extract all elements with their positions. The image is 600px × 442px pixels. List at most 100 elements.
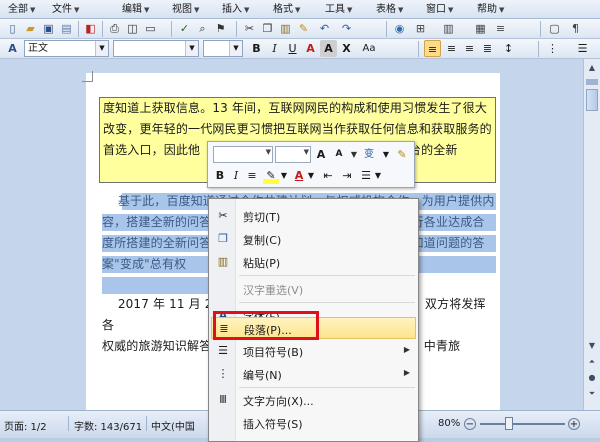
font-combo[interactable]: ▼ <box>113 40 199 57</box>
chevron-down-icon[interactable]: ▼ <box>185 41 198 56</box>
menu-table[interactable]: 表格 ▼ <box>374 2 405 17</box>
redo-icon[interactable]: ↷ <box>338 20 355 37</box>
zoom-level[interactable]: 80% <box>438 418 460 429</box>
scroll-up-icon[interactable]: ▲ <box>585 61 599 75</box>
change-case-button[interactable]: Aa <box>358 40 380 57</box>
line-spacing-icon[interactable]: ↕ <box>500 40 517 57</box>
align-left-icon[interactable]: ≡ <box>424 40 441 57</box>
char-scale-button[interactable]: X <box>338 40 355 57</box>
copy-icon[interactable]: ❐ <box>259 20 276 37</box>
phonetic-button[interactable]: 变 <box>360 146 378 163</box>
show-marks-icon[interactable]: ¶ <box>567 20 584 37</box>
paste-icon[interactable]: ▥ <box>277 20 294 37</box>
vertical-scrollbar[interactable]: ▲ ▼ ⏶ ● ⏷ <box>583 59 600 410</box>
browse-object-icon[interactable]: ● <box>585 371 599 385</box>
decrease-indent-icon[interactable]: ⇤ <box>320 167 336 184</box>
menu-item-numbering[interactable]: ⋮ 编号(N) ▶ <box>211 363 416 385</box>
spelling-icon[interactable]: ✓ <box>176 20 193 37</box>
grow-font-button[interactable]: A <box>314 146 328 163</box>
numbering-icon[interactable]: ⋮ <box>544 40 561 57</box>
next-page-icon[interactable]: ⏷ <box>585 387 599 401</box>
window-icon[interactable]: ▢ <box>546 20 563 37</box>
chevron-down-icon[interactable]: ▼ <box>95 41 108 56</box>
print-preview-icon[interactable]: ◫ <box>124 20 141 37</box>
style-combo[interactable]: 正文 ▼ <box>24 40 109 57</box>
chevron-down-icon[interactable]: ▼ <box>280 167 288 184</box>
scroll-thumb[interactable] <box>586 89 598 111</box>
format-painter-icon[interactable]: ✎ <box>394 146 410 163</box>
doc-map-icon[interactable]: ≡ <box>492 20 509 37</box>
menu-format[interactable]: 格式 ▼ <box>271 2 302 17</box>
save-icon[interactable]: ▣ <box>40 20 57 37</box>
mini-italic-button[interactable]: I <box>229 167 243 184</box>
menu-window[interactable]: 窗口 ▼ <box>424 2 455 17</box>
menu-all[interactable]: 全部 ▼ <box>6 2 37 17</box>
columns-icon[interactable]: ▥ <box>440 20 457 37</box>
scroll-down-icon[interactable]: ▼ <box>585 339 599 353</box>
menu-item-label: 粘贴(P) <box>243 257 281 270</box>
brush-icon[interactable]: ✎ <box>295 20 312 37</box>
underline-button[interactable]: U <box>284 40 301 57</box>
chevron-down-icon[interactable]: ▼ <box>374 167 382 184</box>
mini-font-color-button[interactable]: A <box>292 167 306 184</box>
bold-button[interactable]: B <box>248 40 265 57</box>
cut-icon[interactable]: ✂ <box>241 20 258 37</box>
menu-file[interactable]: 文件 ▼ <box>50 2 81 17</box>
mini-center-icon[interactable]: ≡ <box>245 167 259 184</box>
justify-icon[interactable]: ≣ <box>479 40 496 57</box>
align-right-icon[interactable]: ≡ <box>461 40 478 57</box>
font-size-combo[interactable]: ▼ <box>203 40 243 57</box>
menu-item-copy[interactable]: ❐ 复制(C) <box>211 228 416 250</box>
new-document-icon[interactable]: ▯ <box>4 20 21 37</box>
permission-icon[interactable]: ▤ <box>58 20 75 37</box>
chevron-down-icon[interactable]: ▼ <box>382 146 390 163</box>
table-icon[interactable]: ⊞ <box>412 20 429 37</box>
zoom-in-icon[interactable]: + <box>568 418 580 430</box>
open-folder-icon[interactable]: ▰ <box>22 20 39 37</box>
drawing-icon[interactable]: ▦ <box>472 20 489 37</box>
chevron-down-icon[interactable]: ▼ <box>307 167 315 184</box>
mini-bold-button[interactable]: B <box>213 167 227 184</box>
menu-item-cut[interactable]: ✂ 剪切(T) <box>211 205 416 227</box>
research-icon[interactable]: ⌕ <box>194 20 211 37</box>
mini-font-combo[interactable]: ▼ <box>213 146 273 163</box>
split-handle[interactable] <box>586 79 598 85</box>
menu-insert[interactable]: 插入 ▼ <box>220 2 251 17</box>
bullets-icon[interactable]: ☰ <box>574 40 591 57</box>
mini-toolbar: ▼ ▼ A A ▼ 变 ▼ ✎ B I ≡ ✎ ▼ A ▼ ⇤ ⇥ ☰ ▼ <box>207 141 415 188</box>
prev-page-icon[interactable]: ⏶ <box>585 355 599 369</box>
caret-down-icon: ▼ <box>30 6 36 14</box>
mini-size-combo[interactable]: ▼ <box>275 146 311 163</box>
increase-indent-icon[interactable]: ⇥ <box>339 167 355 184</box>
menu-item-paste[interactable]: ▥ 粘贴(P) <box>211 251 416 273</box>
menu-item-bullets[interactable]: ☰ 项目符号(B) ▶ <box>211 340 416 362</box>
menu-item-insert-symbol[interactable]: 插入符号(S) <box>211 412 416 434</box>
print-icon[interactable]: ⎙ <box>106 20 123 37</box>
scissors-icon: ✂ <box>218 209 228 222</box>
chevron-down-icon[interactable]: ▼ <box>350 146 358 163</box>
mini-bullets-icon[interactable]: ☰ <box>358 167 374 184</box>
menu-tools[interactable]: 工具 ▼ <box>323 2 354 17</box>
menu-edit[interactable]: 编辑 ▼ <box>120 2 151 17</box>
status-word-count[interactable]: 字数: 143/671 <box>74 418 142 433</box>
zoom-slider-thumb[interactable] <box>505 417 513 430</box>
web-icon[interactable]: ◉ <box>391 20 408 37</box>
highlight-icon[interactable]: ✎ <box>263 167 279 184</box>
italic-button[interactable]: I <box>266 40 283 57</box>
pdf-icon[interactable]: ◧ <box>82 20 99 37</box>
align-center-icon[interactable]: ≡ <box>443 40 460 57</box>
font-color-button[interactable]: A <box>302 40 319 57</box>
page-setup-icon[interactable]: ▭ <box>142 20 159 37</box>
char-shading-button[interactable]: A <box>320 40 337 57</box>
chevron-down-icon[interactable]: ▼ <box>229 41 242 56</box>
menu-view[interactable]: 视图 ▼ <box>170 2 201 17</box>
format-painter-icon[interactable]: ⚑ <box>212 20 229 37</box>
menu-item-text-direction[interactable]: Ⅲ 文字方向(X)... <box>211 389 416 411</box>
menu-help[interactable]: 帮助 ▼ <box>475 2 506 17</box>
zoom-out-icon[interactable]: − <box>464 418 476 430</box>
undo-icon[interactable]: ↶ <box>316 20 333 37</box>
styles-pane-icon[interactable]: A <box>4 40 21 57</box>
status-language[interactable]: 中文(中国 <box>151 418 195 433</box>
zoom-slider-track[interactable] <box>480 423 565 425</box>
shrink-font-button[interactable]: A <box>332 146 346 163</box>
